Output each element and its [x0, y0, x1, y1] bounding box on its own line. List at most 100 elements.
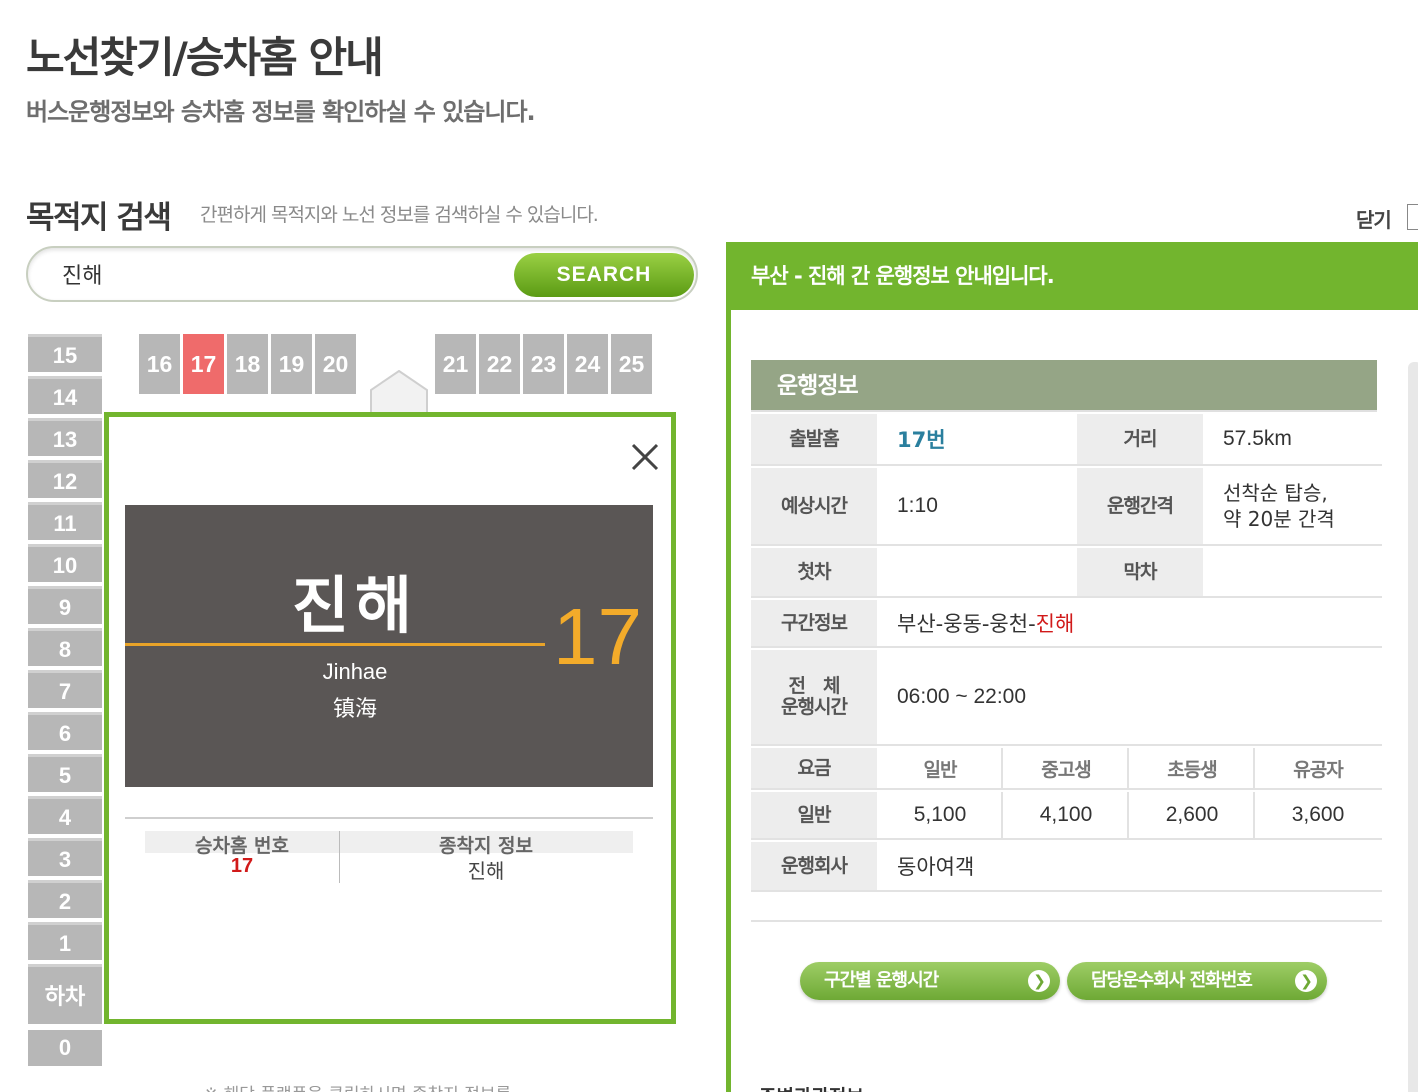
sign-divider-line: [125, 643, 545, 646]
label-section: 구간정보: [751, 600, 877, 646]
popup-divider: [125, 817, 653, 819]
value-interval: 선착순 탑승, 약 20분 간격: [1203, 468, 1382, 544]
nearby-tourism-title: 주변관광정보: [759, 1082, 864, 1092]
label-company: 운행회사: [751, 842, 877, 890]
value-section: 부산-웅동-웅천- 진해: [877, 600, 1382, 646]
search-button[interactable]: SEARCH: [514, 253, 694, 297]
page-title: 노선찾기/승차홈 안내: [26, 33, 384, 82]
fare-value-row: 일반 5,100 4,100 2,600 3,600: [751, 792, 1382, 840]
fare-header-veteran: 유공자: [1293, 758, 1343, 781]
section-description: 간편하게 목적지와 노선 정보를 검색하실 수 있습니다.: [200, 204, 599, 226]
platform-tile-14[interactable]: 14: [28, 376, 102, 414]
search-input[interactable]: [62, 259, 502, 289]
platform-tile-3[interactable]: 3: [28, 838, 102, 876]
label-departure: 출발홈: [751, 414, 877, 464]
fare-value-veteran: 3,600: [1291, 803, 1345, 826]
platform-tile-1[interactable]: 1: [28, 922, 102, 960]
platform-tile-4[interactable]: 4: [28, 796, 102, 834]
label-hours-line2: 운행시간: [781, 696, 848, 718]
label-fare: 요금: [751, 748, 877, 788]
sign-destination-korean: 진해: [291, 569, 419, 642]
sign-destination-chinese: 镇海: [332, 697, 377, 722]
value-distance: 57.5km: [1223, 427, 1292, 450]
platform-tile-6[interactable]: 6: [28, 712, 102, 750]
platform-tile-21[interactable]: 21: [435, 334, 476, 394]
platform-tile-8[interactable]: 8: [28, 628, 102, 666]
platform-tile-7[interactable]: 7: [28, 670, 102, 708]
fare-header-student: 중고생: [1041, 758, 1091, 781]
platform-tile-12[interactable]: 12: [28, 460, 102, 498]
info-row-company: 운행회사 동아여객: [751, 842, 1382, 892]
fare-value-general: 5,100: [913, 803, 967, 826]
section-times-label: 구간별 운행시간: [824, 970, 939, 991]
section-times-button[interactable]: 구간별 운행시간 ❯: [800, 962, 1060, 1000]
panel-separator: [751, 920, 1382, 922]
platform-tile-2[interactable]: 2: [28, 880, 102, 918]
company-phone-button[interactable]: 담당운수회사 전화번호 ❯: [1067, 962, 1327, 1000]
platform-tile-10[interactable]: 10: [28, 544, 102, 582]
platform-tile-5[interactable]: 5: [28, 754, 102, 792]
platform-tile-23[interactable]: 23: [523, 334, 564, 394]
label-hours-line1: 전 체: [788, 675, 841, 698]
destination-sign: 진해 17 Jinhae 镇海: [125, 505, 653, 787]
sign-destination-english: Jinhae: [322, 659, 388, 684]
value-section-route: 부산-웅동-웅천-: [897, 612, 1036, 636]
value-section-destination: 진해: [1035, 612, 1075, 636]
fare-value-student: 4,100: [1039, 803, 1093, 826]
fare-header-child: 초등생: [1167, 758, 1217, 781]
value-hours: 06:00 ~ 22:00: [897, 685, 1027, 708]
search-bar: SEARCH: [26, 246, 698, 302]
pointer-arrow-icon: [370, 370, 428, 418]
platform-tile-22[interactable]: 22: [479, 334, 520, 394]
platform-tile-24[interactable]: 24: [567, 334, 608, 394]
close-box-icon[interactable]: [1407, 204, 1418, 230]
platform-tile-13[interactable]: 13: [28, 418, 102, 456]
platform-tile-11[interactable]: 11: [28, 502, 102, 540]
label-duration: 예상시간: [751, 468, 877, 544]
close-icon[interactable]: [627, 439, 663, 475]
panel-scrollbar[interactable]: [1408, 362, 1418, 1092]
chevron-right-icon: ❯: [1295, 970, 1317, 992]
platform-tile-25[interactable]: 25: [611, 334, 652, 394]
section-title: 목적지 검색: [26, 200, 172, 236]
label-interval: 운행간격: [1077, 468, 1203, 544]
label-distance: 거리: [1077, 414, 1203, 464]
info-value-destination: 진해: [467, 859, 505, 883]
fare-value-child: 2,600: [1165, 803, 1219, 826]
platform-tile-20[interactable]: 20: [315, 334, 356, 394]
info-row-hours: 전 체 운행시간 06:00 ~ 22:00: [751, 650, 1382, 746]
info-header-platform: 승차홈 번호: [194, 835, 289, 857]
platform-tile-9[interactable]: 9: [28, 586, 102, 624]
platform-tile-17[interactable]: 17: [183, 334, 224, 394]
value-first-bus: [877, 548, 1077, 596]
fare-header-row: 요금 일반 중고생 초등생 유공자: [751, 748, 1382, 790]
fare-header-general: 일반: [923, 758, 958, 781]
page-subtitle: 버스운행정보와 승차홈 정보를 확인하실 수 있습니다.: [26, 98, 536, 126]
chevron-right-icon: ❯: [1028, 970, 1050, 992]
info-row-section: 구간정보 부산-웅동-웅천- 진해: [751, 600, 1382, 648]
platform-tile-0[interactable]: 0: [28, 1030, 102, 1066]
route-info-panel: 부산 - 진해 간 운행정보 안내입니다. 운행정보 출발홈 17번 거리 57…: [726, 242, 1418, 1092]
platform-info-table: 승차홈 번호 종착지 정보 17 진해: [145, 831, 633, 885]
bottom-note: ※ 해당 플랫폼을 클릭하시면 종착지 정보를: [204, 1080, 511, 1092]
info-value-platform: 17: [230, 855, 254, 877]
value-company: 동아여객: [897, 855, 975, 879]
close-link[interactable]: 닫기: [1356, 204, 1392, 233]
value-duration: 1:10: [897, 494, 938, 517]
value-departure[interactable]: 17번: [877, 414, 1077, 464]
info-row-departure: 출발홈 17번 거리 57.5km: [751, 414, 1382, 466]
info-row-duration: 예상시간 1:10 운행간격 선착순 탑승, 약 20분 간격: [751, 468, 1382, 546]
platform-tile-dropoff[interactable]: 하차: [28, 964, 102, 1024]
value-interval-line2: 약 20분 간격: [1223, 507, 1335, 531]
value-last-bus: [1203, 548, 1382, 596]
platform-tile-19[interactable]: 19: [271, 334, 312, 394]
platform-tile-15[interactable]: 15: [28, 334, 102, 372]
info-header-destination: 종착지 정보: [438, 835, 533, 857]
route-panel-header: 부산 - 진해 간 운행정보 안내입니다.: [731, 242, 1418, 310]
value-interval-line1: 선착순 탑승,: [1223, 481, 1328, 505]
label-first-bus: 첫차: [751, 548, 877, 596]
platform-tile-16[interactable]: 16: [139, 334, 180, 394]
company-phone-label: 담당운수회사 전화번호: [1091, 970, 1253, 991]
platform-tile-18[interactable]: 18: [227, 334, 268, 394]
label-fare-general: 일반: [751, 792, 877, 838]
